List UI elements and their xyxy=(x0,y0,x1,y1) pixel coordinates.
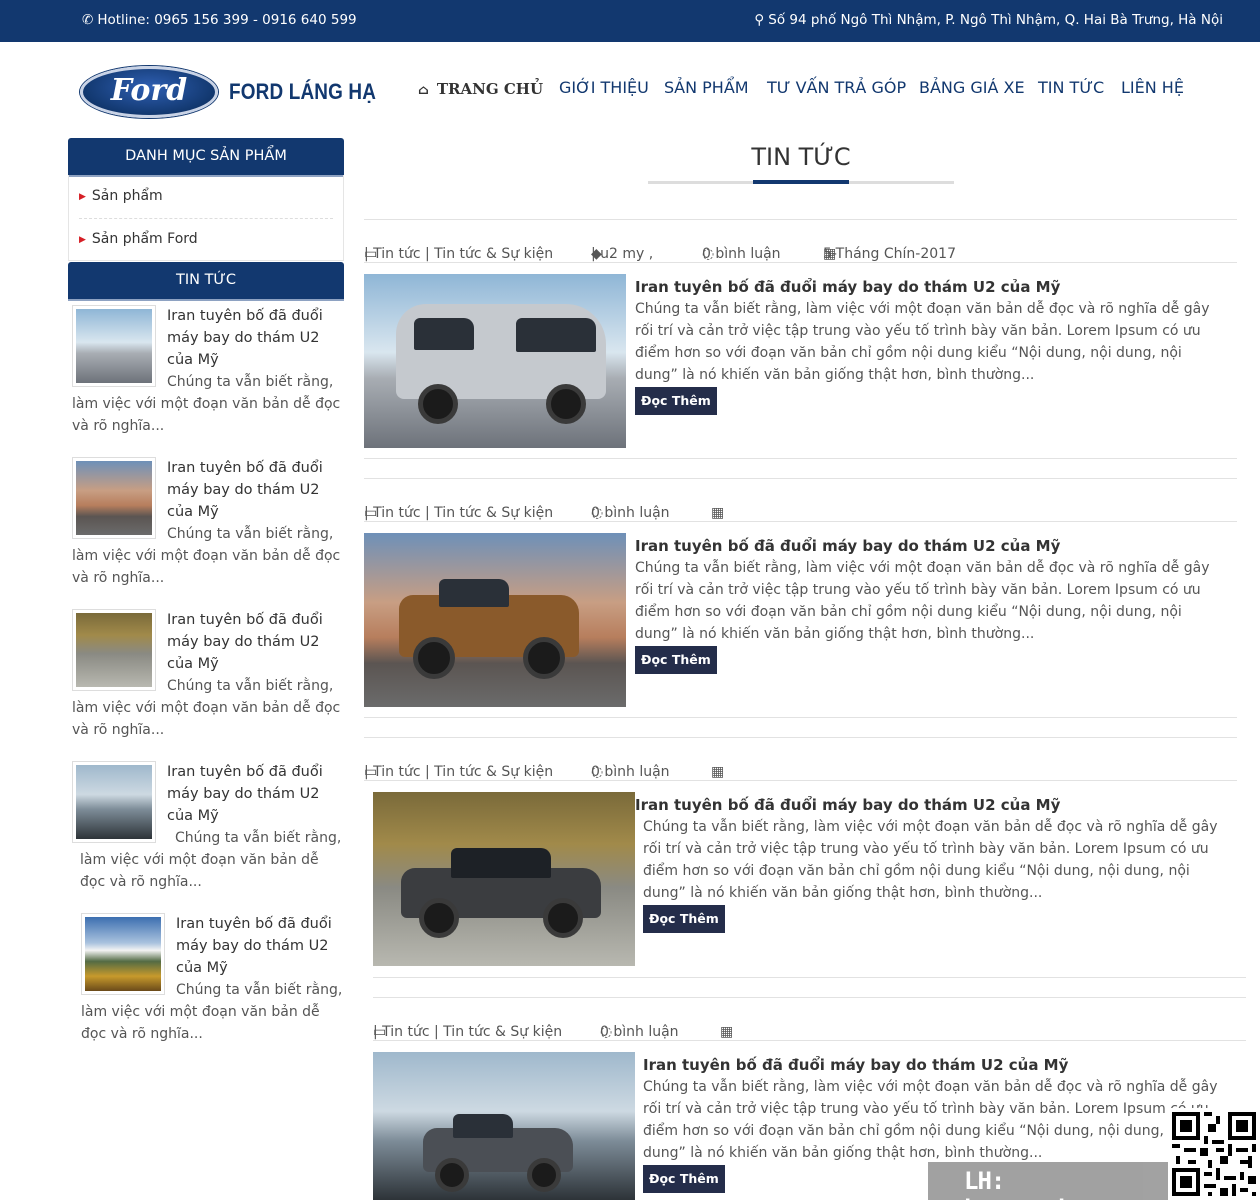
post-title[interactable]: Iran tuyên bố đã đuổi máy bay do thám U2… xyxy=(635,278,1060,296)
brand-name[interactable]: FORD LÁNG HẠ xyxy=(229,79,376,105)
calendar-icon: ▦ xyxy=(720,1024,734,1040)
hotline-text: Hotline: 0965 156 399 - 0916 640 599 xyxy=(97,12,357,28)
read-more-button[interactable]: Đọc Thêm xyxy=(635,646,717,674)
tags-text: | u2 my , xyxy=(591,246,654,262)
calendar-icon: ▦ xyxy=(711,764,725,780)
news-title[interactable]: Iran tuyên bố đã đuổi máy bay do thám U2… xyxy=(167,305,347,371)
qr-code-icon xyxy=(1168,1108,1260,1200)
divider xyxy=(364,717,1237,718)
news-excerpt: Chúng ta vẫn biết rằng, làm việc với một… xyxy=(72,374,341,434)
watermark-text: LH: hoangweb.net xyxy=(964,1167,1126,1200)
address: ⚲ Số 94 phố Ngô Thì Nhậm, P. Ngô Thì Nhậm… xyxy=(754,12,1223,28)
map-marker-icon: ⚲ xyxy=(754,12,765,28)
nav-item-home[interactable]: ⌂ TRANG CHỦ xyxy=(418,80,543,98)
category-text: | Tin tức | Tin tức & Sự kiện xyxy=(364,505,554,521)
post-image[interactable] xyxy=(373,1052,635,1200)
read-more-button[interactable]: Đọc Thêm xyxy=(643,1165,725,1193)
categories-heading: DANH MỤC SẢN PHẨM xyxy=(68,138,344,177)
hotline[interactable]: ✆ Hotline: 0965 156 399 - 0916 640 599 xyxy=(82,12,357,28)
divider xyxy=(79,218,333,219)
nav-item-installment[interactable]: TƯ VẤN TRẢ GÓP xyxy=(767,78,906,97)
read-more-button[interactable]: Đọc Thêm xyxy=(643,905,725,933)
category-text: | Tin tức | Tin tức & Sự kiện xyxy=(364,764,554,780)
news-excerpt: Chúng ta vẫn biết rằng, làm việc với một… xyxy=(72,678,341,738)
van-illustration xyxy=(396,304,606,429)
news-heading: TIN TỨC xyxy=(68,262,344,301)
post-meta: ▭ | Tin tức | Tin tức & Sự kiện ◆ | u2 m… xyxy=(364,219,1237,263)
category-label: Sản phẩm xyxy=(91,188,163,204)
caret-right-icon: ▶ xyxy=(79,235,86,245)
top-bar: ✆ Hotline: 0965 156 399 - 0916 640 599 ⚲ S… xyxy=(0,0,1260,42)
nav-label: TRANG CHỦ xyxy=(436,80,544,98)
category-text: | Tin tức | Tin tức & Sự kiện xyxy=(364,246,554,262)
divider xyxy=(373,977,1246,978)
nav-item-products[interactable]: SẢN PHẨM xyxy=(664,78,749,97)
post-title[interactable]: Iran tuyên bố đã đuổi máy bay do thám U2… xyxy=(635,537,1060,555)
post-meta: ▭ | Tin tức | Tin tức & Sự kiện ◌ 0 bình… xyxy=(373,997,1246,1041)
pickup-illustration xyxy=(399,575,579,685)
comments-text: 0 bình luận xyxy=(591,505,670,521)
nav-item-news[interactable]: TIN TỨC xyxy=(1038,78,1104,97)
post-title[interactable]: Iran tuyên bố đã đuổi máy bay do thám U2… xyxy=(643,1056,1068,1074)
news-title[interactable]: Iran tuyên bố đã đuổi máy bay do thám U2… xyxy=(176,913,356,979)
post-excerpt: Chúng ta vẫn biết rằng, làm việc với một… xyxy=(643,1079,1218,1161)
post-image[interactable] xyxy=(373,792,635,966)
pickup-illustration xyxy=(423,1112,573,1192)
post-title[interactable]: Iran tuyên bố đã đuổi máy bay do thám U2… xyxy=(635,796,1060,814)
date-text: 5-Tháng Chín-2017 xyxy=(823,246,956,262)
comments-text: 0 bình luận xyxy=(600,1024,679,1040)
nav-item-about[interactable]: GIỚI THIỆU xyxy=(559,78,649,97)
logo-script: Ford xyxy=(110,73,188,108)
divider xyxy=(364,458,1237,459)
caret-right-icon: ▶ xyxy=(79,192,86,202)
ford-logo[interactable]: Ford xyxy=(80,66,218,118)
comments-text: 0 bình luận xyxy=(702,246,781,262)
post-excerpt: Chúng ta vẫn biết rằng, làm việc với một… xyxy=(643,819,1218,901)
sedan-illustration xyxy=(401,842,601,942)
comments-text: 0 bình luận xyxy=(591,764,670,780)
post-meta: ▭ | Tin tức | Tin tức & Sự kiện ◌ 0 bình… xyxy=(364,478,1237,522)
calendar-icon: ▦ xyxy=(711,505,725,521)
title-accent-bar xyxy=(753,180,849,184)
read-more-button[interactable]: Đọc Thêm xyxy=(635,387,717,415)
post-meta: ▭ | Tin tức | Tin tức & Sự kiện ◌ 0 bình… xyxy=(364,737,1237,781)
home-icon: ⌂ xyxy=(418,83,429,98)
news-title[interactable]: Iran tuyên bố đã đuổi máy bay do thám U2… xyxy=(167,609,347,675)
news-title[interactable]: Iran tuyên bố đã đuổi máy bay do thám U2… xyxy=(167,457,347,523)
address-text: Số 94 phố Ngô Thì Nhậm, P. Ngô Thì Nhậm,… xyxy=(768,12,1223,28)
category-list: ▶ Sản phẩm ▶ Sản phẩm Ford xyxy=(68,175,344,261)
phone-icon: ✆ xyxy=(82,12,94,28)
watermark: LH: hoangweb.net xyxy=(928,1162,1168,1200)
news-excerpt: Chúng ta vẫn biết rằng, làm việc với một… xyxy=(80,830,342,890)
post-image[interactable] xyxy=(364,533,626,707)
category-item[interactable]: ▶ Sản phẩm Ford xyxy=(79,231,198,247)
nav-item-contact[interactable]: LIÊN HỆ xyxy=(1121,78,1184,97)
category-item[interactable]: ▶ Sản phẩm xyxy=(79,188,163,204)
news-title[interactable]: Iran tuyên bố đã đuổi máy bay do thám U2… xyxy=(167,761,347,827)
news-excerpt: Chúng ta vẫn biết rằng, làm việc với một… xyxy=(81,982,343,1042)
nav-item-price-list[interactable]: BẢNG GIÁ XE xyxy=(919,78,1025,97)
news-excerpt: Chúng ta vẫn biết rằng, làm việc với một… xyxy=(72,526,341,586)
category-text: | Tin tức | Tin tức & Sự kiện xyxy=(373,1024,563,1040)
page-title: TIN TỨC xyxy=(751,143,851,171)
post-excerpt: Chúng ta vẫn biết rằng, làm việc với một… xyxy=(635,560,1210,642)
post-excerpt: Chúng ta vẫn biết rằng, làm việc với một… xyxy=(635,301,1210,383)
category-label: Sản phẩm Ford xyxy=(91,231,198,247)
post-image[interactable] xyxy=(364,274,626,448)
